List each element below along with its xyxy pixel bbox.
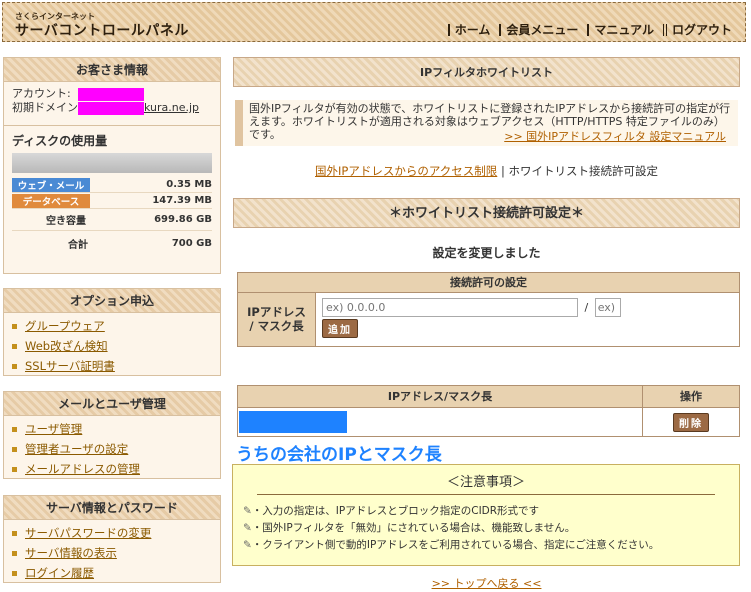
add-button[interactable]: 追加 <box>322 319 358 338</box>
sidebar-item-groupware[interactable]: グループウェア <box>12 316 220 336</box>
free-label: 空き容量 <box>46 216 86 227</box>
status-message: 設定を変更しました <box>432 246 541 260</box>
account-label: アカウント: <box>12 87 71 100</box>
top-nav: ホーム 会員メニュー マニュアル ログアウト <box>444 24 737 36</box>
caution-item: ✎・クライアント側で動的IPアドレスをご利用されている場合、指定にご注意ください… <box>243 539 660 551</box>
section-title: ＊ホワイトリスト接続許可設定＊ <box>233 198 740 228</box>
disk-row-total: 合計 700 GB <box>12 231 212 255</box>
col-ip-mask: IPアドレス/マスク長 <box>238 386 643 407</box>
delete-button[interactable]: 削除 <box>673 412 709 432</box>
form-title: 接続許可の設定 <box>238 273 739 293</box>
mask-length-input[interactable] <box>594 298 621 317</box>
sidebar-item-server-info[interactable]: サーバ情報の表示 <box>12 543 220 563</box>
sidebar-item-admin-users[interactable]: 管理者ユーザの設定 <box>12 439 220 459</box>
page-title: IPフィルタホワイトリスト <box>233 57 740 87</box>
note-icon: ✎ <box>243 522 252 534</box>
free-value: 699.86 GB <box>154 214 212 225</box>
link-separator: | <box>500 164 505 178</box>
ip-mask-separator: / <box>584 301 589 314</box>
sidebar-item-ssl[interactable]: SSLサーバ証明書 <box>12 356 220 376</box>
sidebar-item-login-history[interactable]: ログイン履歴 <box>12 563 220 583</box>
options-box: オプション申込 グループウェア Web改ざん検知 SSLサーバ証明書 <box>3 288 221 376</box>
whitelist-table: IPアドレス/マスク長 操作 削除 <box>237 385 740 437</box>
sidebar-item-web-tamper[interactable]: Web改ざん検知 <box>12 336 220 356</box>
database-value: 147.39 MB <box>152 195 212 206</box>
ip-redaction <box>239 411 347 433</box>
note-icon: ✎ <box>243 505 252 517</box>
disk-usage-title: ディスクの使用量 <box>12 134 108 148</box>
bullet-icon <box>12 363 17 369</box>
annotation-label: うちの会社のIPとマスク長 <box>236 445 442 465</box>
connection-form: 接続許可の設定 IPアドレス / マスク長 / 追加 <box>237 272 740 347</box>
disk-usage-bar <box>12 153 212 173</box>
web-mail-value: 0.35 MB <box>166 179 212 190</box>
mail-users-title: メールとユーザ管理 <box>4 392 220 416</box>
mail-users-box: メールとユーザ管理 ユーザ管理 管理者ユーザの設定 メールアドレスの管理 <box>3 391 221 479</box>
logo[interactable]: サーバコントロールパネル <box>15 20 189 40</box>
whitelist-current: ホワイトリスト接続許可設定 <box>508 164 658 178</box>
sub-links: 国外IPアドレスからのアクセス制限 | ホワイトリスト接続許可設定 <box>233 163 740 179</box>
total-label: 合計 <box>68 239 88 251</box>
web-mail-badge: ウェブ・メール <box>12 177 90 192</box>
col-operation: 操作 <box>680 390 702 403</box>
bullet-icon <box>12 530 17 536</box>
bullet-icon <box>12 446 17 452</box>
total-value: 700 GB <box>171 237 212 249</box>
disk-row-web-mail: ウェブ・メール 0.35 MB <box>12 177 212 193</box>
table-row: 削除 <box>238 408 739 436</box>
bullet-icon <box>12 550 17 556</box>
customer-info-title: お客さま情報 <box>4 58 220 82</box>
database-badge: データベース <box>12 193 90 208</box>
header-banner: さくらインターネット サーバコントロールパネル ホーム 会員メニュー マニュアル… <box>2 2 746 42</box>
domain-suffix: kura.ne.jp <box>144 101 200 114</box>
options-title: オプション申込 <box>4 289 220 313</box>
back-to-top-link[interactable]: >> トップへ戻る << <box>233 575 740 591</box>
bullet-icon <box>12 466 17 472</box>
nav-home[interactable]: ホーム <box>447 24 496 36</box>
bullet-icon <box>12 426 17 432</box>
domain-label: 初期ドメイン: <box>12 101 82 114</box>
account-redaction <box>78 88 144 101</box>
caution-item: ✎・入力の指定は、IPアドレスとブロック指定のCIDR形式です <box>243 505 540 517</box>
server-info-box: サーバ情報とパスワード サーバパスワードの変更 サーバ情報の表示 ログイン履歴 <box>3 495 221 583</box>
ip-mask-label: IPアドレス / マスク長 <box>238 293 316 346</box>
note-icon: ✎ <box>243 539 252 551</box>
caution-box: ＜注意事項＞ ✎・入力の指定は、IPアドレスとブロック指定のCIDR形式です ✎… <box>232 464 740 566</box>
server-info-title: サーバ情報とパスワード <box>4 496 220 520</box>
bullet-icon <box>12 323 17 329</box>
sidebar-item-users[interactable]: ユーザ管理 <box>12 419 220 439</box>
sidebar-item-server-password[interactable]: サーバパスワードの変更 <box>12 523 220 543</box>
sidebar-item-mail-address[interactable]: メールアドレスの管理 <box>12 459 220 479</box>
nav-manual[interactable]: マニュアル <box>587 24 659 36</box>
ip-address-input[interactable] <box>322 298 578 317</box>
domain-redaction <box>78 102 144 115</box>
caution-item: ✎・国外IPフィルタを「無効」にされている場合は、機能致しません。 <box>243 522 576 534</box>
nav-member-menu[interactable]: 会員メニュー <box>499 24 583 36</box>
bullet-icon <box>12 343 17 349</box>
caution-title: ＜注意事項＞ <box>257 465 715 495</box>
notice-box: 国外IPフィルタが有効の状態で、ホワイトリストに登録されたIPアドレスから接続許… <box>235 100 738 146</box>
bullet-icon <box>12 570 17 576</box>
nav-logout[interactable]: ログアウト <box>662 24 737 36</box>
disk-row-free: 空き容量 699.86 GB <box>12 209 212 231</box>
manual-link[interactable]: >> 国外IPアドレスフィルタ 設定マニュアル <box>504 130 726 143</box>
customer-info-box: お客さま情報 アカウント: 初期ドメイン: kura.ne.jp ディスクの使用… <box>3 57 221 274</box>
overseas-ip-link[interactable]: 国外IPアドレスからのアクセス制限 <box>315 164 497 178</box>
disk-row-database: データベース 147.39 MB <box>12 193 212 209</box>
